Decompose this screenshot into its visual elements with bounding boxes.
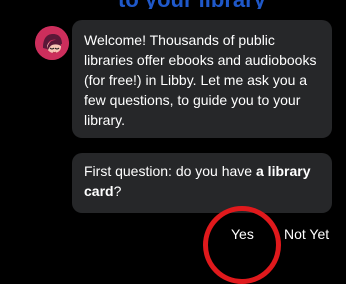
welcome-message-bubble: Welcome! Thousands of public libraries o… xyxy=(72,20,332,138)
libby-avatar-icon xyxy=(35,26,69,60)
question-suffix: ? xyxy=(113,183,122,199)
question-message-bubble: First question: do you have a library ca… xyxy=(72,153,332,213)
not-yet-button[interactable]: Not Yet xyxy=(284,226,329,242)
top-cropped-header: to your library xyxy=(0,0,346,9)
yes-button[interactable]: Yes xyxy=(231,226,254,242)
question-message-text: First question: do you have a library ca… xyxy=(84,161,322,201)
question-prefix: First question: do you have xyxy=(84,163,256,179)
highlight-circle xyxy=(203,206,281,284)
header-partial-text: to your library xyxy=(118,0,266,9)
welcome-message-text: Welcome! Thousands of public libraries o… xyxy=(84,32,317,128)
